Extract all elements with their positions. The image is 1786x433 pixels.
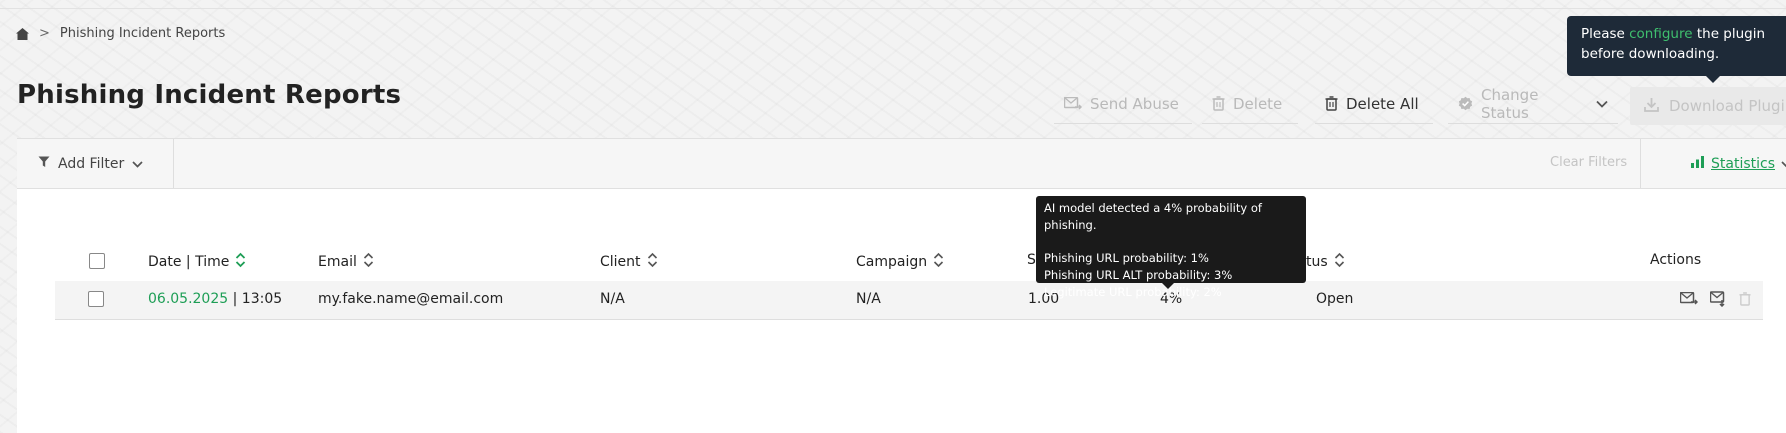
- ai-probability-tooltip: AI model detected a 4% probability of ph…: [1036, 196, 1306, 299]
- ai-tooltip-line: Phishing URL probability: 1%: [1044, 251, 1209, 265]
- trash-icon: [1212, 96, 1225, 111]
- sort-active-icon: [235, 252, 246, 272]
- filter-bar: Add Filter Clear Filters Statistics: [17, 138, 1786, 189]
- header-date-time[interactable]: Date | Time: [148, 252, 246, 272]
- add-filter-button[interactable]: Add Filter: [17, 139, 174, 188]
- download-plugin-label: Download Plugin: [1669, 97, 1786, 115]
- row-checkbox[interactable]: [88, 291, 104, 307]
- header-campaign[interactable]: Campaign: [856, 252, 944, 272]
- header-campaign-label: Campaign: [856, 254, 928, 270]
- sort-icon: [933, 252, 944, 272]
- top-divider: [0, 8, 1786, 9]
- mail-forward-icon: [1064, 96, 1082, 111]
- mail-download-icon[interactable]: [1709, 291, 1726, 311]
- chevron-down-icon: [1781, 156, 1786, 172]
- sort-icon: [647, 252, 658, 272]
- cell-campaign: N/A: [856, 291, 881, 307]
- breadcrumb: > Phishing Incident Reports: [16, 26, 225, 41]
- add-filter-label: Add Filter: [58, 155, 125, 172]
- statistics-toggle[interactable]: Statistics: [1640, 139, 1786, 188]
- send-abuse-row-icon[interactable]: [1679, 291, 1699, 310]
- cell-date[interactable]: 06.05.2025: [148, 291, 228, 307]
- change-status-button[interactable]: Change Status: [1448, 84, 1618, 124]
- badge-check-icon: [1458, 96, 1473, 111]
- cell-status: Open: [1316, 291, 1354, 307]
- header-date-time-label: Date | Time: [148, 254, 230, 270]
- cell-client: N/A: [600, 291, 625, 307]
- trash-icon[interactable]: [1739, 291, 1751, 310]
- page-title: Phishing Incident Reports: [17, 80, 402, 110]
- tooltip-text-before: Please: [1581, 26, 1630, 42]
- header-actions-label: Actions: [1650, 252, 1702, 268]
- tooltip-arrow: [1705, 75, 1721, 83]
- trash-icon: [1325, 96, 1338, 111]
- breadcrumb-separator: >: [39, 26, 50, 41]
- header-client[interactable]: Client: [600, 252, 658, 272]
- home-icon[interactable]: [16, 27, 29, 40]
- header-score-label: S: [1027, 252, 1036, 268]
- download-icon: [1644, 97, 1659, 116]
- breadcrumb-current: Phishing Incident Reports: [59, 26, 226, 41]
- checkbox-box: [88, 291, 104, 307]
- filter-icon: [38, 156, 50, 172]
- configure-link[interactable]: configure: [1629, 26, 1692, 42]
- delete-all-button[interactable]: Delete All: [1315, 84, 1433, 124]
- delete-label: Delete: [1233, 94, 1283, 113]
- select-all-checkbox[interactable]: [89, 253, 105, 269]
- chevron-down-icon: [1596, 100, 1608, 108]
- download-plugin-button[interactable]: Download Plugin: [1630, 87, 1786, 125]
- tooltip-arrow: [1162, 283, 1174, 289]
- chevron-down-icon: [132, 156, 143, 172]
- send-abuse-button[interactable]: Send Abuse: [1054, 84, 1192, 124]
- ai-tooltip-line: AI model detected a 4% probability of ph…: [1044, 201, 1262, 232]
- sort-icon: [1334, 252, 1345, 272]
- header-score[interactable]: S: [1027, 252, 1036, 268]
- cell-email: my.fake.name@email.com: [318, 291, 504, 307]
- statistics-label: Statistics: [1711, 155, 1775, 172]
- header-client-label: Client: [600, 254, 641, 270]
- sort-icon: [363, 252, 374, 272]
- delete-button[interactable]: Delete: [1202, 84, 1298, 124]
- cell-time: 13:05: [241, 291, 283, 307]
- ai-tooltip-line: Phishing URL ALT probability: 3%: [1044, 268, 1233, 282]
- cell-date-separator: |: [228, 291, 242, 307]
- change-status-label: Change Status: [1481, 85, 1539, 122]
- clear-filters-link[interactable]: Clear Filters: [1550, 155, 1627, 170]
- header-actions: Actions: [1650, 252, 1701, 268]
- header-email-label: Email: [318, 254, 357, 270]
- checkbox-box: [89, 253, 105, 269]
- delete-all-label: Delete All: [1346, 94, 1419, 113]
- cell-date-time: 06.05.2025 | 13:05: [148, 291, 282, 307]
- ai-tooltip-spacer: [1044, 234, 1298, 250]
- table-row[interactable]: [55, 281, 1763, 320]
- configure-plugin-tooltip: Please configure the plugin before downl…: [1567, 16, 1786, 83]
- header-email[interactable]: Email: [318, 252, 374, 272]
- bar-chart-icon: [1691, 155, 1705, 172]
- send-abuse-label: Send Abuse: [1090, 94, 1179, 113]
